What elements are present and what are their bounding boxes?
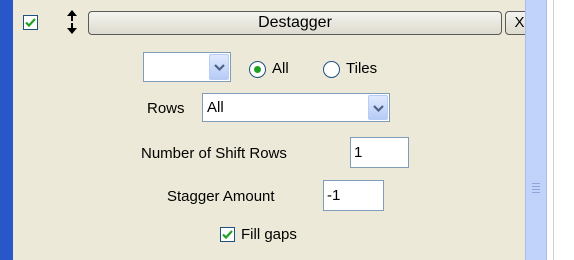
rows-dropdown-button[interactable] bbox=[368, 95, 388, 120]
scrollbar-grip-icon[interactable] bbox=[532, 183, 540, 193]
destagger-panel: Destagger X All Tiles Rows All Number of… bbox=[13, 0, 534, 260]
window-edge-right bbox=[547, 0, 574, 260]
stagger-amount-input[interactable]: -1 bbox=[323, 180, 384, 211]
mode-dropdown[interactable] bbox=[143, 52, 231, 82]
radio-selected-dot bbox=[254, 66, 261, 73]
filter-window: Destagger X All Tiles Rows All Number of… bbox=[0, 0, 574, 260]
shift-rows-label: Number of Shift Rows bbox=[141, 145, 287, 162]
chevron-down-icon bbox=[373, 105, 384, 113]
up-down-arrows-icon bbox=[67, 10, 77, 34]
fill-gaps-label: Fill gaps bbox=[241, 226, 297, 243]
rows-label: Rows bbox=[147, 100, 185, 117]
radio-all-label: All bbox=[272, 60, 289, 77]
scrollbar[interactable] bbox=[525, 0, 547, 260]
rows-dropdown[interactable]: All bbox=[202, 93, 390, 122]
window-border-left bbox=[0, 0, 13, 260]
radio-tiles-label: Tiles bbox=[346, 60, 378, 77]
shift-rows-input[interactable]: 1 bbox=[350, 137, 409, 168]
mode-dropdown-button[interactable] bbox=[209, 54, 229, 80]
fill-gaps-checkbox[interactable] bbox=[220, 227, 235, 242]
chevron-down-icon bbox=[214, 64, 225, 72]
rows-dropdown-value: All bbox=[207, 99, 224, 116]
move-handle[interactable] bbox=[65, 9, 79, 35]
radio-tiles[interactable] bbox=[323, 61, 340, 78]
radio-all[interactable] bbox=[249, 61, 266, 78]
checkmark-icon bbox=[222, 230, 233, 240]
enable-checkbox[interactable] bbox=[23, 15, 38, 30]
panel-title-button[interactable]: Destagger bbox=[88, 11, 502, 35]
stagger-amount-label: Stagger Amount bbox=[167, 188, 275, 205]
checkmark-icon bbox=[25, 18, 36, 28]
